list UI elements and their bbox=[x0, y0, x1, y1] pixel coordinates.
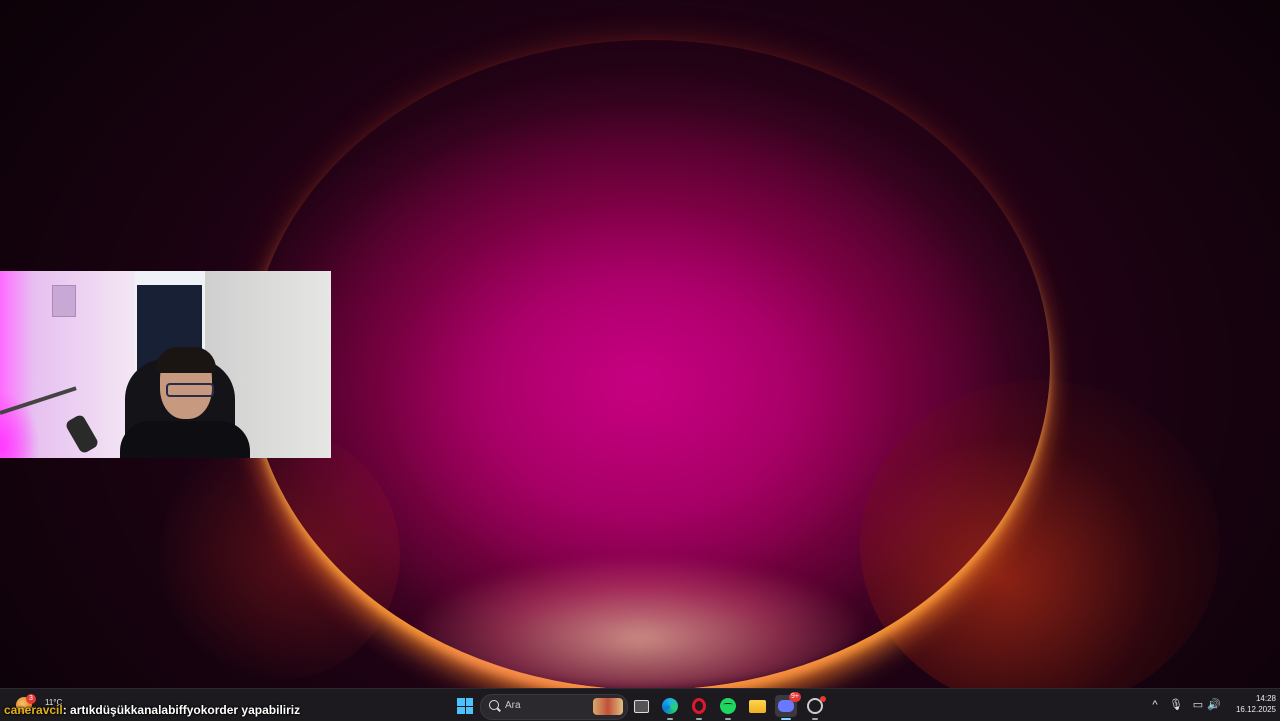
clock-time: 14:28 bbox=[1255, 694, 1276, 703]
spotify-taskbar-button[interactable] bbox=[717, 695, 739, 720]
wallpaper-glow-bottom bbox=[420, 560, 860, 688]
microphone-icon[interactable]: 🎙 bbox=[1168, 697, 1184, 713]
wall-picture-frame bbox=[52, 285, 76, 317]
streamer-body bbox=[120, 421, 250, 458]
windows-logo-icon bbox=[457, 698, 473, 714]
github-notification-dot bbox=[820, 696, 826, 702]
stream-chat-message: caneravcil: artıkdüşükkanalabiffyokorder… bbox=[4, 703, 300, 717]
glasses bbox=[166, 383, 214, 397]
taskbar-clock[interactable]: 14:28 16.12.2025 bbox=[1220, 693, 1276, 715]
edge-taskbar-button[interactable] bbox=[659, 695, 681, 720]
chat-text: : artıkdüşükkanalabiffyokorder yapabilir… bbox=[62, 703, 301, 717]
task-view-icon bbox=[633, 699, 649, 713]
search-placeholder: Ara bbox=[505, 700, 521, 711]
webcam-overlay bbox=[0, 271, 331, 458]
start-button[interactable] bbox=[454, 695, 476, 717]
folder-icon bbox=[748, 699, 766, 713]
search-icon bbox=[489, 700, 499, 710]
discord-taskbar-button[interactable]: 9+ bbox=[775, 692, 801, 720]
clock-date: 16.12.2025 bbox=[1235, 705, 1276, 714]
task-view-button[interactable] bbox=[630, 695, 652, 717]
opera-icon bbox=[692, 698, 706, 714]
chat-username: caneravcil bbox=[4, 703, 63, 717]
taskbar-search[interactable]: Ara bbox=[480, 694, 628, 720]
taskbar: 3 11°C caneravcil: artıkdüşükkanalabiffy… bbox=[0, 688, 1280, 721]
search-highlight-image bbox=[593, 698, 623, 715]
spotify-icon bbox=[720, 698, 736, 714]
network-icon[interactable]: ▭ bbox=[1190, 697, 1206, 713]
chevron-up-icon[interactable]: ^ bbox=[1147, 697, 1163, 713]
github-desktop-taskbar-button[interactable] bbox=[804, 695, 826, 720]
file-explorer-taskbar-button[interactable] bbox=[746, 695, 768, 717]
discord-notification-badge: 9+ bbox=[789, 692, 801, 702]
desktop-wallpaper bbox=[0, 0, 1280, 688]
opera-taskbar-button[interactable] bbox=[688, 695, 710, 720]
edge-icon bbox=[662, 698, 678, 714]
